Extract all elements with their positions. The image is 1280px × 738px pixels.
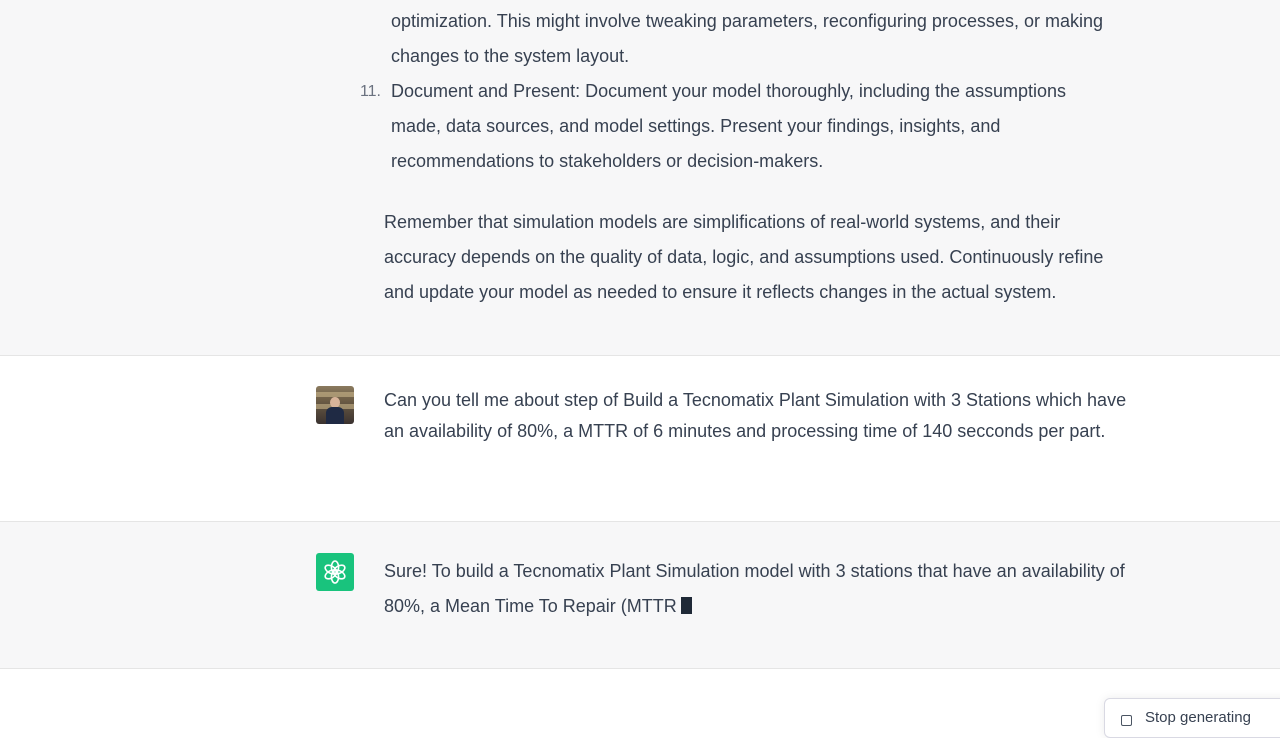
divider: [0, 668, 1280, 669]
assistant-message-line1: Sure! To build a Tecnomatix Plant Simula…: [384, 561, 1125, 581]
user-message: Can you tell me about step of Build a Te…: [0, 356, 1280, 521]
closing-paragraph-line1: Remember that simulation models are simp…: [384, 212, 1061, 232]
user-avatar: [316, 386, 354, 424]
stop-square-icon: [1121, 715, 1132, 726]
user-message-line1: Can you tell me about step of Build a Te…: [384, 390, 1127, 410]
assistant-message-line2: 80%, a Mean Time To Repair (MTTR: [384, 596, 677, 616]
assistant-avatar: [316, 553, 354, 591]
list-item-10-line2: changes to the system layout.: [391, 46, 630, 66]
assistant-message-line2-wrap: 80%, a Mean Time To Repair (MTTR: [384, 589, 692, 624]
closing-paragraph-line2: accuracy depends on the quality of data,…: [384, 247, 1104, 267]
list-item-11-number: 11.: [359, 83, 381, 100]
assistant-message-previous: optimization. This might involve tweakin…: [0, 0, 1280, 355]
list-item-11-line2: made, data sources, and model settings. …: [391, 116, 1001, 136]
assistant-message-current: Sure! To build a Tecnomatix Plant Simula…: [0, 522, 1280, 668]
list-item-11-line1: Document and Present: Document your mode…: [391, 81, 1067, 101]
closing-paragraph-line3: and update your model as needed to ensur…: [384, 282, 1057, 302]
list-item-11-line3: recommendations to stakeholders or decis…: [391, 151, 824, 171]
user-message-line2: an availability of 80%, a MTTR of 6 minu…: [384, 421, 1106, 441]
stop-generating-button[interactable]: Stop generating: [1104, 698, 1280, 738]
list-item-10-line1: optimization. This might involve tweakin…: [391, 11, 1103, 31]
openai-logo-icon: [324, 560, 346, 584]
typing-cursor: [680, 597, 692, 614]
stop-generating-label: Stop generating: [1145, 709, 1251, 726]
